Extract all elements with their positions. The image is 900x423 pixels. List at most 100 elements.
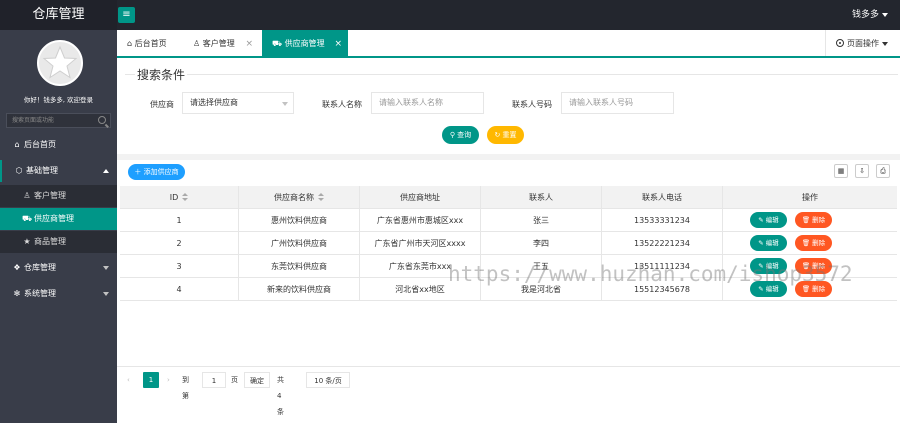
goto-confirm-button[interactable]: 确定 [244, 372, 270, 388]
chevron-down-icon [103, 292, 109, 296]
page-unit-label: 页 [231, 376, 238, 384]
edit-button[interactable]: ✎ 编辑 [750, 235, 787, 251]
cell-id: 1 [120, 209, 239, 232]
print-icon[interactable]: ⎙ [876, 164, 890, 178]
contact-label: 联系人名称 [322, 100, 362, 109]
export-icon[interactable]: ⇩ [855, 164, 869, 178]
edit-button[interactable]: ✎ 编辑 [750, 212, 787, 228]
user-icon: ♙ [193, 39, 203, 48]
search-icon[interactable] [98, 116, 106, 124]
next-page-button[interactable]: › [167, 372, 175, 388]
tab-home[interactable]: ⌂ 后台首页 [117, 30, 181, 56]
trash-icon: 🗑 [801, 285, 813, 293]
welcome-text: 你好！钱多多, 欢迎登录 [23, 96, 94, 104]
cell-actions: ✎ 编辑 🗑 删除 [723, 232, 897, 255]
query-button[interactable]: ⚲ 查询 [442, 126, 479, 144]
header-address: 供应商地址 [360, 186, 481, 209]
star-avatar-icon [42, 45, 78, 79]
plus-icon: ＋ [134, 168, 144, 176]
header-id[interactable]: ID [120, 186, 239, 209]
sort-icon [318, 193, 324, 201]
pencil-icon: ✎ [758, 216, 766, 224]
cart-icon: ⛟ [272, 39, 285, 48]
sidebar-search-input[interactable]: 搜索页面或功能 [6, 113, 111, 128]
gear-icon: ✻ [13, 289, 21, 298]
chevron-down-icon [882, 12, 888, 17]
phone-input[interactable]: 请输入联系人号码 [561, 92, 674, 114]
chevron-up-icon [103, 169, 109, 173]
refresh-icon: ↻ [494, 131, 503, 139]
sidebar-item-basic[interactable]: ⬡ 基础管理 [0, 160, 117, 182]
prev-page-button[interactable]: ‹ [127, 372, 135, 388]
cart-icon: ⛟ [22, 214, 33, 223]
phone-label: 联系人号码 [512, 100, 552, 109]
add-provider-button[interactable]: ＋ 添加供应商 [128, 164, 185, 180]
delete-button[interactable]: 🗑 删除 [795, 235, 832, 251]
chevron-down-icon [282, 102, 288, 106]
close-icon[interactable]: × [245, 30, 253, 58]
cell-id: 2 [120, 232, 239, 255]
menu-icon: ≡ [122, 9, 131, 20]
header-contact: 联系人 [481, 186, 602, 209]
cell-name: 东莞饮料供应商 [239, 255, 360, 278]
header-phone: 联系人电话 [602, 186, 723, 209]
diamond-icon: ❖ [13, 263, 21, 272]
user-menu[interactable]: 钱多多 [852, 0, 888, 30]
reset-button[interactable]: ↻ 重置 [487, 126, 524, 144]
cell-name: 新来的饮料供应商 [239, 278, 360, 301]
sidebar-item-goods[interactable]: ★ 商品管理 [0, 231, 117, 253]
sidebar-item-customers[interactable]: ♙ 客户管理 [0, 185, 117, 207]
page-size-select[interactable]: 10 条/页 [306, 372, 350, 388]
sort-icon [182, 193, 189, 201]
cell-name: 广州饮料供应商 [239, 232, 360, 255]
watermark-text: https://www.huzhan.com/ishop3572 [448, 262, 853, 286]
search-title: 搜索条件 [135, 66, 188, 83]
app-logo: 仓库管理 [0, 0, 117, 30]
page-operations-menu[interactable]: 页面操作 [825, 30, 900, 56]
page-number-current[interactable]: 1 [143, 372, 159, 388]
goto-label: 到第 [182, 376, 189, 400]
table-row: 1 惠州饮料供应商 广东省惠州市惠城区xxx 张三 13533331234 ✎ … [120, 209, 897, 232]
user-icon: ♙ [23, 191, 31, 200]
chevron-down-icon [103, 266, 109, 270]
main-content: 搜索条件 供应商 请选择供应商 联系人名称 请输入联系人名称 联系人号码 请输入… [117, 58, 900, 423]
close-icon[interactable]: × [334, 30, 342, 58]
sidebar-item-providers[interactable]: ⛟ 供应商管理 [0, 208, 117, 230]
provider-label: 供应商 [150, 100, 174, 109]
avatar[interactable] [37, 40, 83, 86]
sidebar-item-system[interactable]: ✻ 系统管理 [0, 283, 117, 305]
table-header-row: ID 供应商名称 供应商地址 联系人 联系人电话 操作 [120, 186, 897, 209]
cell-address: 广东省惠州市惠城区xxx [360, 209, 481, 232]
trash-icon: 🗑 [801, 216, 813, 224]
target-icon [836, 39, 844, 47]
trash-icon: 🗑 [801, 239, 813, 247]
tab-providers[interactable]: ⛟ 供应商管理 × [262, 30, 348, 56]
columns-filter-icon[interactable]: ▦ [834, 164, 848, 178]
home-icon: ⌂ [127, 39, 135, 48]
header-name[interactable]: 供应商名称 [239, 186, 360, 209]
cell-id: 3 [120, 255, 239, 278]
goto-page-input[interactable]: 1 [202, 372, 226, 388]
tab-customers[interactable]: ♙ 客户管理 × [183, 30, 259, 56]
menu-toggle-button[interactable]: ≡ [118, 7, 135, 23]
table-row: 2 广州饮料供应商 广东省广州市天河区xxxx 李四 13522221234 ✎… [120, 232, 897, 255]
provider-select[interactable]: 请选择供应商 [182, 92, 294, 114]
cell-address: 广东省广州市天河区xxxx [360, 232, 481, 255]
contact-input[interactable]: 请输入联系人名称 [371, 92, 484, 114]
cube-icon: ⬡ [15, 166, 23, 175]
cell-phone: 13522221234 [602, 232, 723, 255]
user-name: 钱多多 [851, 10, 879, 20]
home-icon: ⌂ [14, 140, 20, 149]
top-header: 仓库管理 ≡ 钱多多 [0, 0, 900, 30]
sidebar-item-home[interactable]: ⌂ 后台首页 [0, 134, 117, 156]
sidebar-item-warehouse[interactable]: ❖ 仓库管理 [0, 257, 117, 279]
cell-id: 4 [120, 278, 239, 301]
sidebar: 你好！钱多多, 欢迎登录 搜索页面或功能 ⌂ 后台首页 ⬡ 基础管理 ♙ 客户管理 ⛟… [0, 30, 117, 423]
cell-contact: 张三 [481, 209, 602, 232]
cell-name: 惠州饮料供应商 [239, 209, 360, 232]
tab-bar: ⌂ 后台首页 ♙ 客户管理 × ⛟ 供应商管理 × 页面操作 [117, 30, 900, 58]
pencil-icon: ✎ [758, 239, 766, 247]
delete-button[interactable]: 🗑 删除 [795, 212, 832, 228]
fieldset-divider [125, 74, 898, 75]
header-actions: 操作 [802, 193, 818, 202]
